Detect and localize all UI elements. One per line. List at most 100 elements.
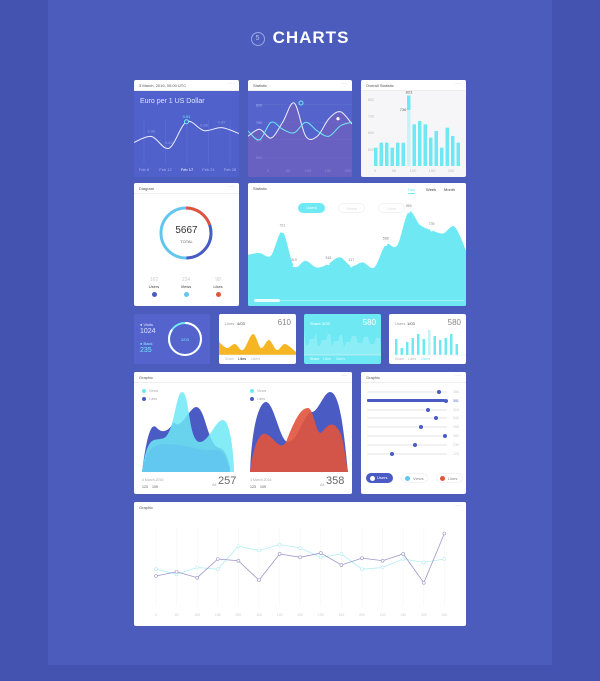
data-point (216, 567, 220, 571)
point-label: 721 (279, 224, 285, 228)
point-label: 317 (348, 258, 354, 262)
bar-value: 391 (453, 398, 459, 403)
x-tick-label: 0 (155, 613, 157, 617)
bar-track (367, 452, 447, 455)
data-point (277, 552, 282, 556)
data-point (236, 558, 241, 563)
x-tick-label: 50 (392, 168, 397, 173)
area (304, 332, 381, 355)
bar-value: 389 (453, 434, 459, 438)
data-point (380, 558, 385, 563)
data-point (360, 556, 364, 560)
x-tick-label: 200 (297, 613, 303, 617)
bar-track (367, 391, 447, 393)
graphic-line-chart: 0 50 100 150 200 100 150 200 100 150 200 100 150 200 1… (154, 527, 447, 617)
highlight-point (298, 100, 304, 106)
y-tick-label: 700 (256, 121, 262, 125)
point-label: 343 (325, 256, 331, 260)
x-tick-label: 150 (429, 168, 436, 173)
bar-track (367, 435, 447, 437)
point-label: 0.82 (165, 140, 174, 145)
tab-day[interactable]: Day (408, 187, 416, 194)
date-label: 4 March,2016 (250, 478, 272, 482)
bar-value: 304 (453, 407, 459, 412)
page-title: 5 CHARTS (0, 28, 600, 48)
legend-label: Users (148, 284, 160, 289)
legend-label: Likes (257, 397, 266, 401)
bar-marker (436, 390, 441, 394)
data-point (384, 243, 387, 247)
toggle-likes[interactable]: Likes (378, 203, 405, 213)
tab-month[interactable]: Month (444, 187, 455, 193)
bar-track (367, 408, 447, 411)
bar (445, 127, 449, 166)
total-value: 257 (218, 475, 237, 487)
x-tick-label: 100 (441, 613, 447, 617)
data-point (195, 565, 200, 570)
diagram-card: Diagram ··· 5667 TOTAL 162 Users 234 Views 98… (134, 183, 239, 306)
data-point (442, 557, 447, 561)
euro-line (134, 120, 239, 149)
toggle-views[interactable]: Views (338, 203, 365, 213)
dot-icon (440, 476, 445, 481)
graphic-area-card: Graphic ··· Views Likes 4 March,2016 123 109 A… (134, 372, 352, 494)
x-tick-label: Feb 12 (159, 167, 172, 172)
visits-card: ● Visits 1024 ● Back 235 2/03 (134, 314, 210, 364)
bar-marker (426, 407, 431, 412)
euro-card: 3 March, 2016, 00:00 UTC ··· Euro per 1 U… (134, 80, 239, 177)
point-label: 0.91 (183, 114, 192, 119)
data-point (401, 557, 406, 561)
x-tick-label: Feb 28 (224, 167, 237, 172)
series-area (248, 102, 352, 177)
data-point (339, 552, 344, 556)
users-card: Users 1/03 580 Share Likes Users (389, 314, 466, 364)
data-point (327, 262, 330, 266)
graphic-area-charts (142, 392, 348, 472)
data-point (216, 557, 220, 561)
toggle-users[interactable]: Users (298, 203, 325, 213)
data-point (407, 210, 410, 214)
data-point (421, 560, 426, 565)
data-point (430, 228, 433, 232)
data-point (298, 546, 302, 550)
bar (422, 339, 425, 355)
legend-dot-icon (142, 389, 146, 393)
data-point (277, 542, 282, 547)
tab-week[interactable]: Week (426, 187, 436, 193)
point-label: 0.86 (148, 128, 157, 133)
bar-marker (412, 442, 417, 447)
highlight-point (336, 117, 340, 121)
bar-track (367, 443, 447, 446)
legend-value: 162 (149, 277, 159, 283)
stat-a: 123 (250, 485, 256, 489)
x-tick-label: 100 (256, 613, 262, 617)
likes-card: Likes 4/03 610 Share Likes Users (219, 314, 296, 364)
bar (411, 338, 414, 355)
bar-marker (443, 398, 448, 403)
highlight-point (184, 119, 189, 125)
y-tick-label: 500 (368, 148, 374, 152)
legend-label: Views (149, 389, 159, 393)
scrollbar-track[interactable] (254, 300, 464, 301)
y-tick-label: 800 (368, 98, 374, 102)
more-icon[interactable]: ··· (455, 373, 461, 379)
area (219, 333, 296, 355)
scrollbar-thumb[interactable] (254, 299, 280, 302)
x-tick-label: 100 (380, 613, 386, 617)
x-tick-label: 200 (448, 168, 455, 173)
ring-label: 2/03 (181, 337, 189, 342)
bar (417, 334, 420, 355)
bar-marker (419, 425, 424, 430)
data-point (257, 578, 261, 583)
bar-marker (390, 451, 395, 456)
x-tick-label: 200 (235, 613, 241, 617)
legend-dot-icon (250, 389, 254, 393)
data-point (349, 264, 353, 268)
x-tick-label: 150 (338, 613, 344, 617)
bar-label: 736 (400, 107, 407, 112)
data-point (292, 264, 296, 268)
legend-dot-icon (142, 397, 146, 401)
bar-label: 823 (406, 90, 413, 95)
x-tick-label: 150 (400, 613, 406, 617)
total-value: 358 (326, 475, 345, 487)
